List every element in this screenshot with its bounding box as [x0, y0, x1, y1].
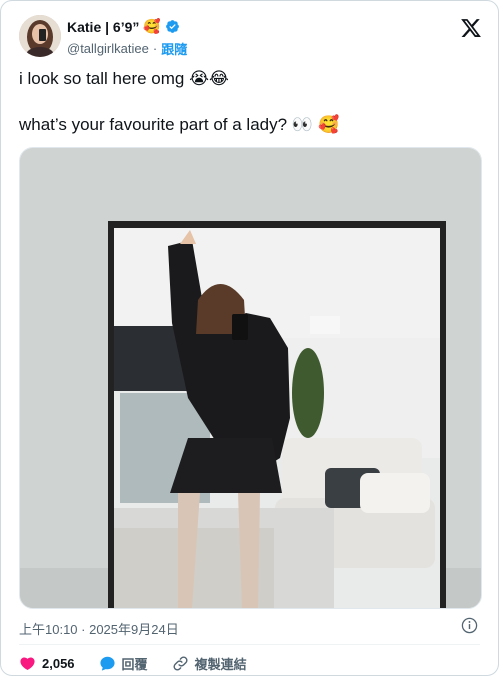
- author-info: Katie | 6’9” 🥰 @tallgirlkatiee · 跟隨: [67, 17, 187, 58]
- display-name[interactable]: Katie | 6’9”: [67, 19, 139, 35]
- copy-link-button[interactable]: 複製連結: [172, 654, 247, 673]
- like-button[interactable]: 2,056: [19, 655, 75, 672]
- reply-button[interactable]: 回覆: [99, 654, 148, 673]
- mirror-selfie-image: [20, 148, 481, 608]
- tweet-text-line-2: what’s your favourite part of a lady? 👀 …: [19, 114, 340, 136]
- verified-badge-icon: [165, 20, 179, 33]
- x-logo-icon[interactable]: [460, 17, 482, 39]
- speech-bubble-icon: [99, 656, 115, 671]
- copy-link-label: 複製連結: [194, 656, 247, 672]
- follow-button[interactable]: 跟隨: [161, 39, 187, 58]
- tweet-photo[interactable]: [19, 147, 482, 609]
- info-icon[interactable]: [461, 617, 478, 634]
- tweet-emoji-1: 😭😂: [189, 69, 229, 89]
- tweet-text-2: what’s your favourite part of a lady?: [19, 115, 292, 134]
- name-emoji: 🥰: [143, 18, 161, 35]
- heart-icon: [20, 656, 35, 670]
- avatar[interactable]: [19, 15, 61, 57]
- reply-label: 回覆: [121, 656, 148, 672]
- tweet-text-line-1: i look so tall here omg 😭😂: [19, 68, 229, 90]
- tweet-card: Katie | 6’9” 🥰 @tallgirlkatiee · 跟隨 i lo…: [0, 0, 499, 676]
- link-icon: [173, 655, 188, 671]
- tweet-header: Katie | 6’9” 🥰 @tallgirlkatiee · 跟隨: [19, 15, 482, 59]
- tweet-timestamp[interactable]: 上午10:10 · 2025年9月24日: [19, 619, 179, 638]
- tweet-emoji-2: 👀 🥰: [291, 115, 340, 135]
- divider: [19, 644, 480, 645]
- separator-dot: ·: [152, 41, 158, 56]
- like-count: 2,056: [42, 655, 75, 671]
- tweet-text-1: i look so tall here omg: [19, 69, 185, 88]
- tweet-actions: 2,056 回覆 複製連結: [19, 653, 271, 673]
- handle[interactable]: @tallgirlkatiee: [67, 41, 149, 56]
